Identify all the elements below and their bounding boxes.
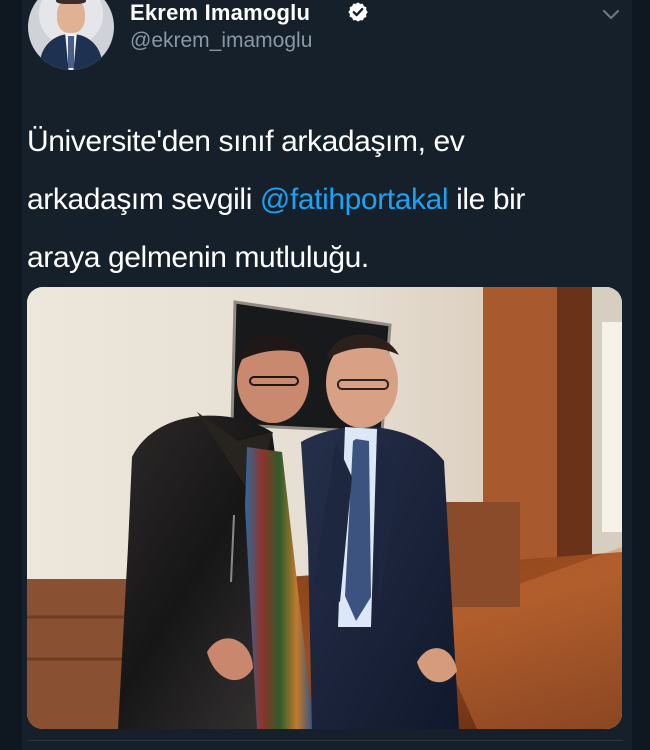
left-frame-edge <box>0 0 22 750</box>
photo-right-door <box>602 322 622 532</box>
tweet-photo[interactable] <box>27 287 622 729</box>
chevron-down-icon[interactable] <box>601 8 621 22</box>
tweet-screenshot: Ekrem Imamoglu @ekrem_imamoglu Üniversit… <box>0 0 650 750</box>
avatar-hair <box>56 0 86 4</box>
avatar-tie <box>68 36 74 68</box>
tweet-divider <box>28 740 623 741</box>
right-frame-edge <box>632 0 650 750</box>
tweet-text-line-2: arkadaşım sevgili @fatihportakal ile bir <box>27 171 622 229</box>
tweet-text-line-3: araya gelmenin mutluluğu. <box>27 241 369 274</box>
tweet-text-line-1: Üniversite'den sınıf arkadaşım, ev <box>27 125 465 158</box>
display-name[interactable]: Ekrem Imamoglu <box>130 0 310 26</box>
tweet-text-line-2-start: arkadaşım sevgili <box>27 183 260 216</box>
verified-badge-icon <box>348 2 368 22</box>
mention-link[interactable]: @fatihportakal <box>260 183 449 216</box>
user-handle[interactable]: @ekrem_imamoglu <box>130 29 312 53</box>
profile-avatar[interactable] <box>28 0 114 70</box>
avatar-face <box>57 0 85 33</box>
tweet-text-line-2-end: ile bir <box>448 183 526 216</box>
tweet-text: Üniversite'den sınıf arkadaşım, ev arkad… <box>27 113 622 287</box>
photo-cabinet-right <box>440 502 520 607</box>
